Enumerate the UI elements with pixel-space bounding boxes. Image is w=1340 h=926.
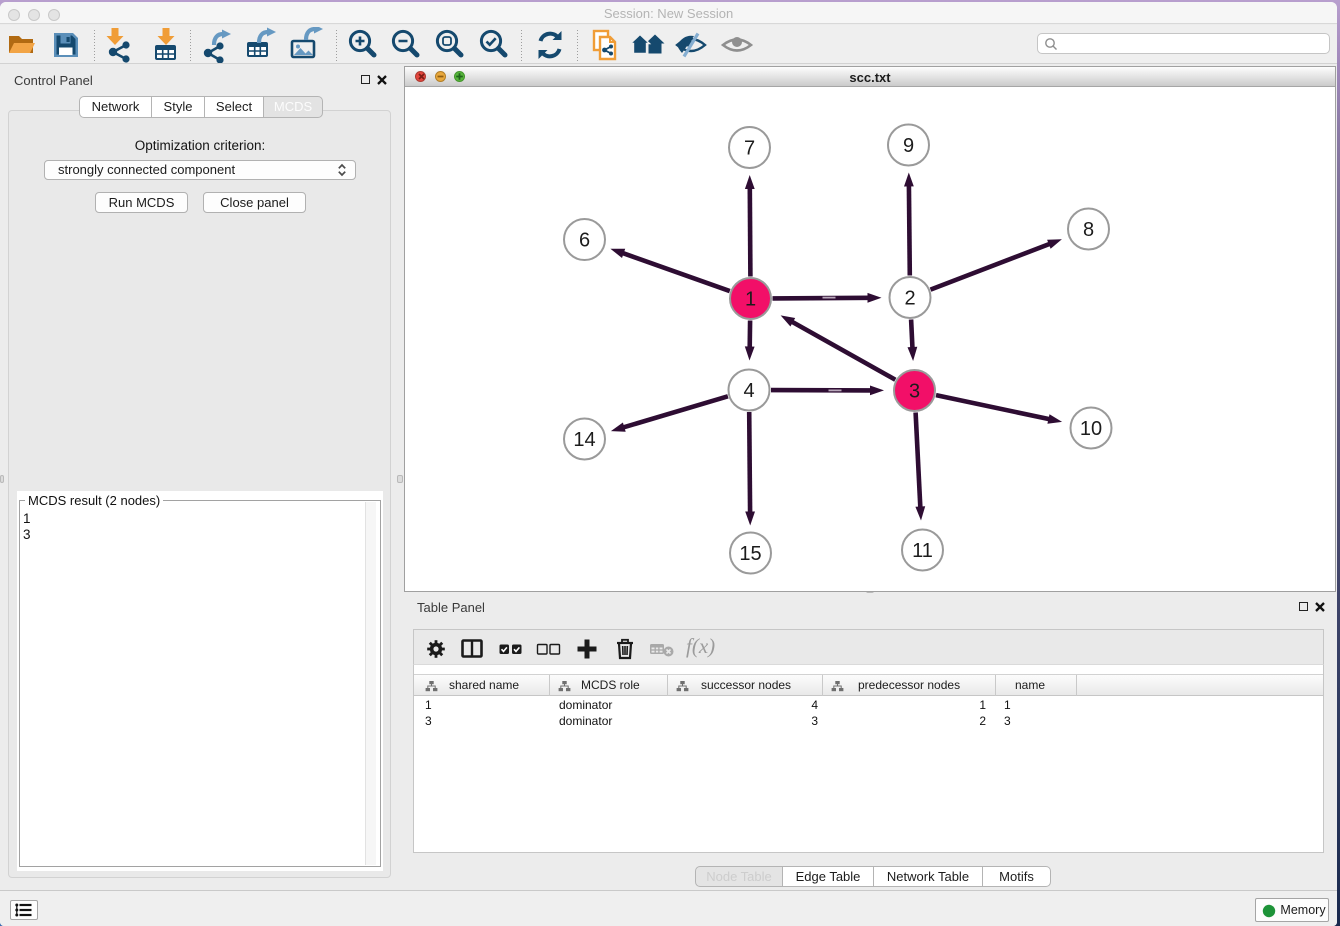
svg-text:15: 15 [739,543,761,565]
svg-text:3: 3 [909,381,920,403]
svg-text:2: 2 [904,288,915,310]
svg-text:7: 7 [744,138,755,160]
svg-text:8: 8 [1083,219,1094,241]
svg-text:4: 4 [743,380,754,402]
svg-text:1: 1 [745,289,756,311]
svg-text:6: 6 [579,230,590,252]
svg-text:10: 10 [1080,418,1102,440]
svg-text:11: 11 [912,540,933,562]
svg-text:9: 9 [903,135,914,157]
svg-text:14: 14 [573,429,595,451]
